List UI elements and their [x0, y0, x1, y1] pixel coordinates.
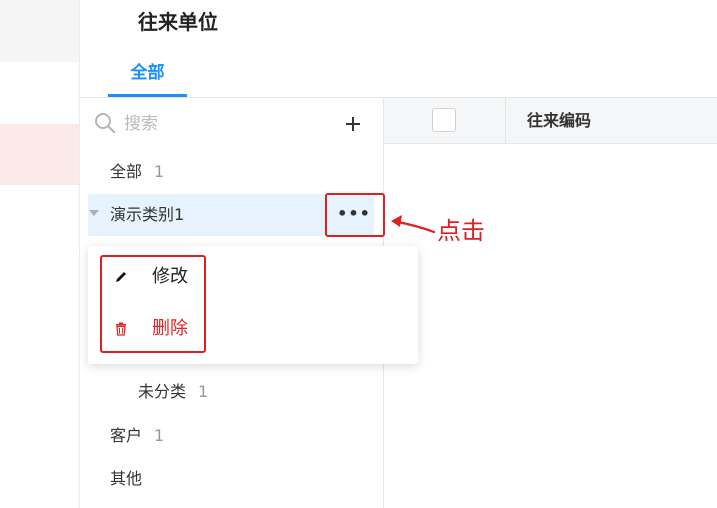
- left-nav-active-item[interactable]: [0, 124, 79, 185]
- left-nav-strip: [0, 0, 80, 508]
- annotation-arrow-icon: [391, 215, 436, 234]
- annotation-label: 点击: [437, 217, 485, 245]
- category-label: 未分类: [138, 382, 187, 401]
- category-label: 客户: [110, 426, 143, 445]
- add-category-button[interactable]: [340, 110, 366, 138]
- category-count: 1: [198, 382, 209, 401]
- category-item-demo[interactable]: 演示类别1: [110, 203, 184, 227]
- left-nav-top-block: [0, 0, 79, 62]
- category-label: 其他: [110, 469, 143, 488]
- category-item-other[interactable]: 其他: [110, 467, 142, 491]
- page-title: 往来单位: [138, 10, 218, 34]
- tab-all[interactable]: 全部: [108, 56, 187, 98]
- expand-caret-icon[interactable]: [89, 210, 99, 216]
- column-header-code[interactable]: 往来编码: [527, 109, 591, 133]
- category-label: 演示类别1: [110, 205, 185, 224]
- search-icon: [95, 113, 116, 134]
- category-label: 全部: [110, 162, 143, 181]
- category-item-customer[interactable]: 客户 1: [110, 424, 164, 448]
- annotation-highlight-menu: [100, 255, 206, 353]
- category-count: 1: [154, 426, 165, 445]
- plus-icon: [346, 117, 360, 131]
- annotation-highlight-more: [325, 193, 385, 237]
- select-all-checkbox[interactable]: [432, 108, 456, 132]
- category-item-unclassified[interactable]: 未分类 1: [138, 380, 208, 404]
- column-divider: [505, 98, 506, 144]
- category-count: 1: [154, 162, 165, 181]
- category-search-input[interactable]: [124, 110, 324, 138]
- category-item-all[interactable]: 全部 1: [110, 160, 164, 184]
